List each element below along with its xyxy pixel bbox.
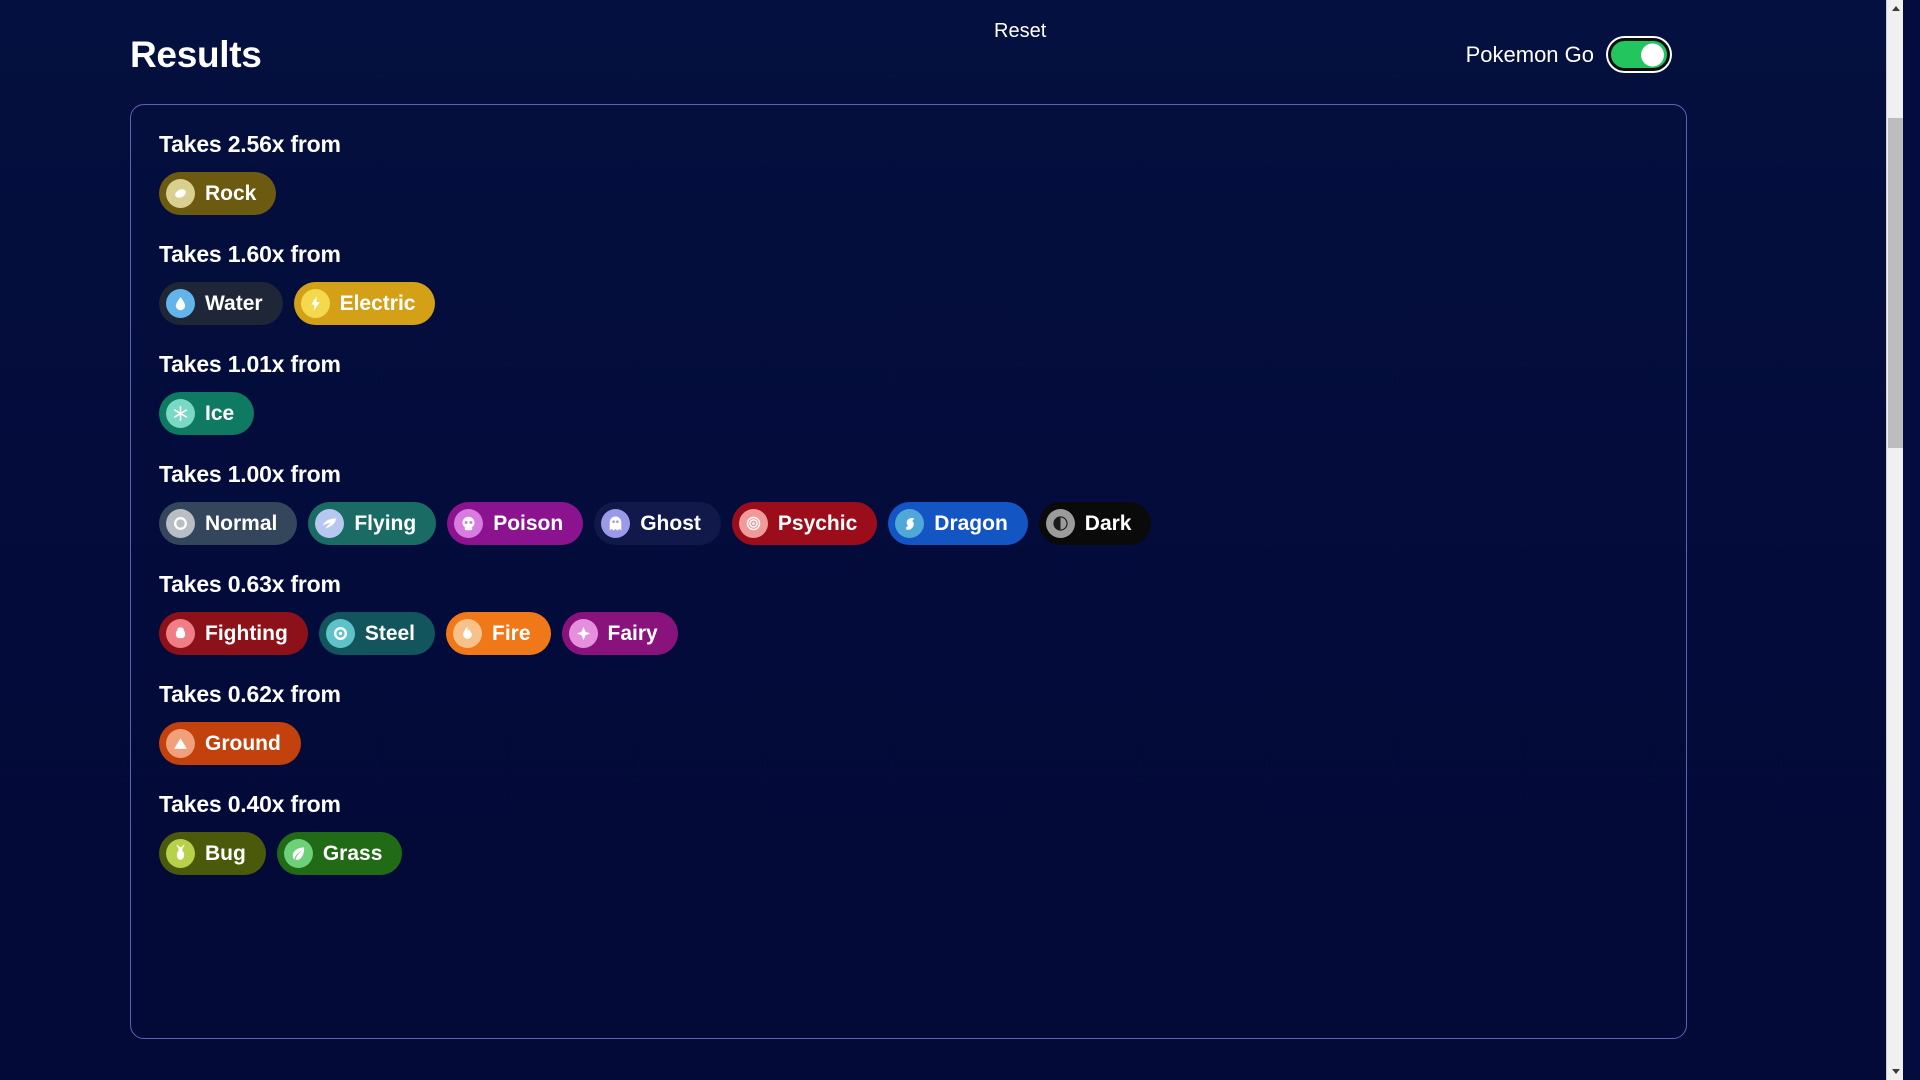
type-chip-psychic[interactable]: Psychic [731, 502, 878, 545]
type-chip-row: Bug Grass [159, 832, 1658, 875]
result-group: Takes 1.60x from Water Electric [159, 241, 1658, 325]
type-chip-steel[interactable]: Steel [318, 612, 436, 655]
circle-icon [166, 509, 195, 538]
type-chip-flying[interactable]: Flying [308, 502, 437, 545]
result-group: Takes 2.56x from Rock [159, 131, 1658, 215]
type-chip-label: Psychic [777, 512, 858, 535]
type-chip-fighting[interactable]: Fighting [159, 612, 308, 655]
type-chip-label: Fire [492, 622, 531, 645]
type-chip-dark[interactable]: Dark [1038, 502, 1152, 545]
group-heading: Takes 0.40x from [159, 791, 341, 817]
electric-bolt-icon [300, 289, 330, 318]
toggle-knob [1641, 43, 1664, 66]
mode-switch: Pokemon Go [1466, 38, 1670, 71]
top-bar: Results Reset Pokemon Go [0, 0, 1903, 92]
type-chip-bug[interactable]: Bug [159, 832, 266, 875]
type-chip-row: Water Electric [159, 282, 1658, 325]
type-chip-electric[interactable]: Electric [293, 282, 436, 325]
result-group: Takes 1.00x from Normal Flying Poison Ghost P… [159, 461, 1658, 545]
type-chip-row: Ground [159, 722, 1658, 765]
type-chip-label: Normal [205, 512, 278, 535]
type-chip-row: Rock [159, 172, 1658, 215]
chevron-down-icon [1891, 1069, 1900, 1074]
type-chip-label: Ice [205, 402, 235, 425]
type-chip-row: Normal Flying Poison Ghost Psychic Dragon Dark [159, 502, 1658, 545]
type-chip-label: Fairy [607, 622, 658, 645]
group-heading: Takes 1.00x from [159, 461, 341, 487]
fist-icon [166, 619, 195, 648]
type-chip-grass[interactable]: Grass [276, 832, 403, 875]
type-chip-poison[interactable]: Poison [447, 502, 584, 545]
type-chip-rock[interactable]: Rock [159, 172, 277, 215]
bug-icon [166, 839, 195, 868]
type-chip-label: Grass [322, 842, 383, 865]
page-title: Results [130, 34, 262, 75]
type-chip-label: Ground [205, 732, 281, 755]
dragon-icon [895, 509, 925, 538]
type-chip-label: Rock [205, 182, 257, 205]
type-chip-label: Water [205, 292, 263, 315]
type-chip-water[interactable]: Water [159, 282, 283, 325]
skull-icon [454, 509, 484, 538]
vertical-scrollbar[interactable] [1886, 0, 1903, 1080]
group-heading: Takes 1.01x from [159, 351, 341, 377]
ghost-icon [601, 509, 631, 538]
group-heading: Takes 2.56x from [159, 131, 341, 157]
mountain-icon [166, 729, 195, 758]
scrollbar-thumb[interactable] [1888, 118, 1903, 448]
result-group: Takes 0.62x from Ground [159, 681, 1658, 765]
type-chip-label: Flying [354, 512, 417, 535]
group-heading: Takes 1.60x from [159, 241, 341, 267]
results-card: Takes 2.56x from Rock Takes 1.60x from Wate… [130, 104, 1687, 1039]
type-chip-label: Steel [364, 622, 416, 645]
type-chip-label: Electric [339, 292, 416, 315]
scroll-up-arrow[interactable] [1887, 0, 1903, 17]
gear-icon [325, 619, 355, 648]
mode-switch-label: Pokemon Go [1465, 41, 1594, 67]
type-chip-row: Fighting Steel Fire Fairy [159, 612, 1658, 655]
rock-icon [166, 179, 195, 208]
leaf-icon [283, 839, 313, 868]
water-drop-icon [166, 289, 195, 318]
type-chip-ghost[interactable]: Ghost [594, 502, 721, 545]
type-chip-dragon[interactable]: Dragon [888, 502, 1028, 545]
type-chip-normal[interactable]: Normal [159, 502, 298, 545]
type-chip-label: Ghost [640, 512, 701, 535]
flame-icon [453, 619, 483, 648]
type-chip-ground[interactable]: Ground [159, 722, 301, 765]
reset-button[interactable]: Reset [988, 18, 1052, 45]
moon-icon [1045, 509, 1075, 538]
page-viewport: Results Reset Pokemon Go Takes 2.56x fro… [0, 0, 1903, 1080]
pokemon-go-toggle[interactable] [1608, 38, 1670, 71]
type-chip-fairy[interactable]: Fairy [561, 612, 678, 655]
type-chip-label: Dark [1084, 512, 1132, 535]
wing-icon [315, 509, 345, 538]
sparkle-icon [568, 619, 598, 648]
type-chip-ice[interactable]: Ice [159, 392, 255, 435]
result-group: Takes 1.01x from Ice [159, 351, 1658, 435]
snowflake-icon [166, 399, 195, 428]
result-group: Takes 0.40x from Bug Grass [159, 791, 1658, 875]
type-chip-fire[interactable]: Fire [446, 612, 551, 655]
group-heading: Takes 0.63x from [159, 571, 341, 597]
type-chip-label: Bug [205, 842, 246, 865]
scroll-down-arrow[interactable] [1887, 1063, 1903, 1080]
result-group: Takes 0.63x from Fighting Steel Fire Fairy [159, 571, 1658, 655]
type-chip-label: Fighting [205, 622, 288, 645]
type-chip-label: Dragon [934, 512, 1008, 535]
spiral-icon [738, 509, 768, 538]
type-chip-label: Poison [493, 512, 564, 535]
type-chip-row: Ice [159, 392, 1658, 435]
group-heading: Takes 0.62x from [159, 681, 341, 707]
chevron-up-icon [1891, 6, 1900, 11]
